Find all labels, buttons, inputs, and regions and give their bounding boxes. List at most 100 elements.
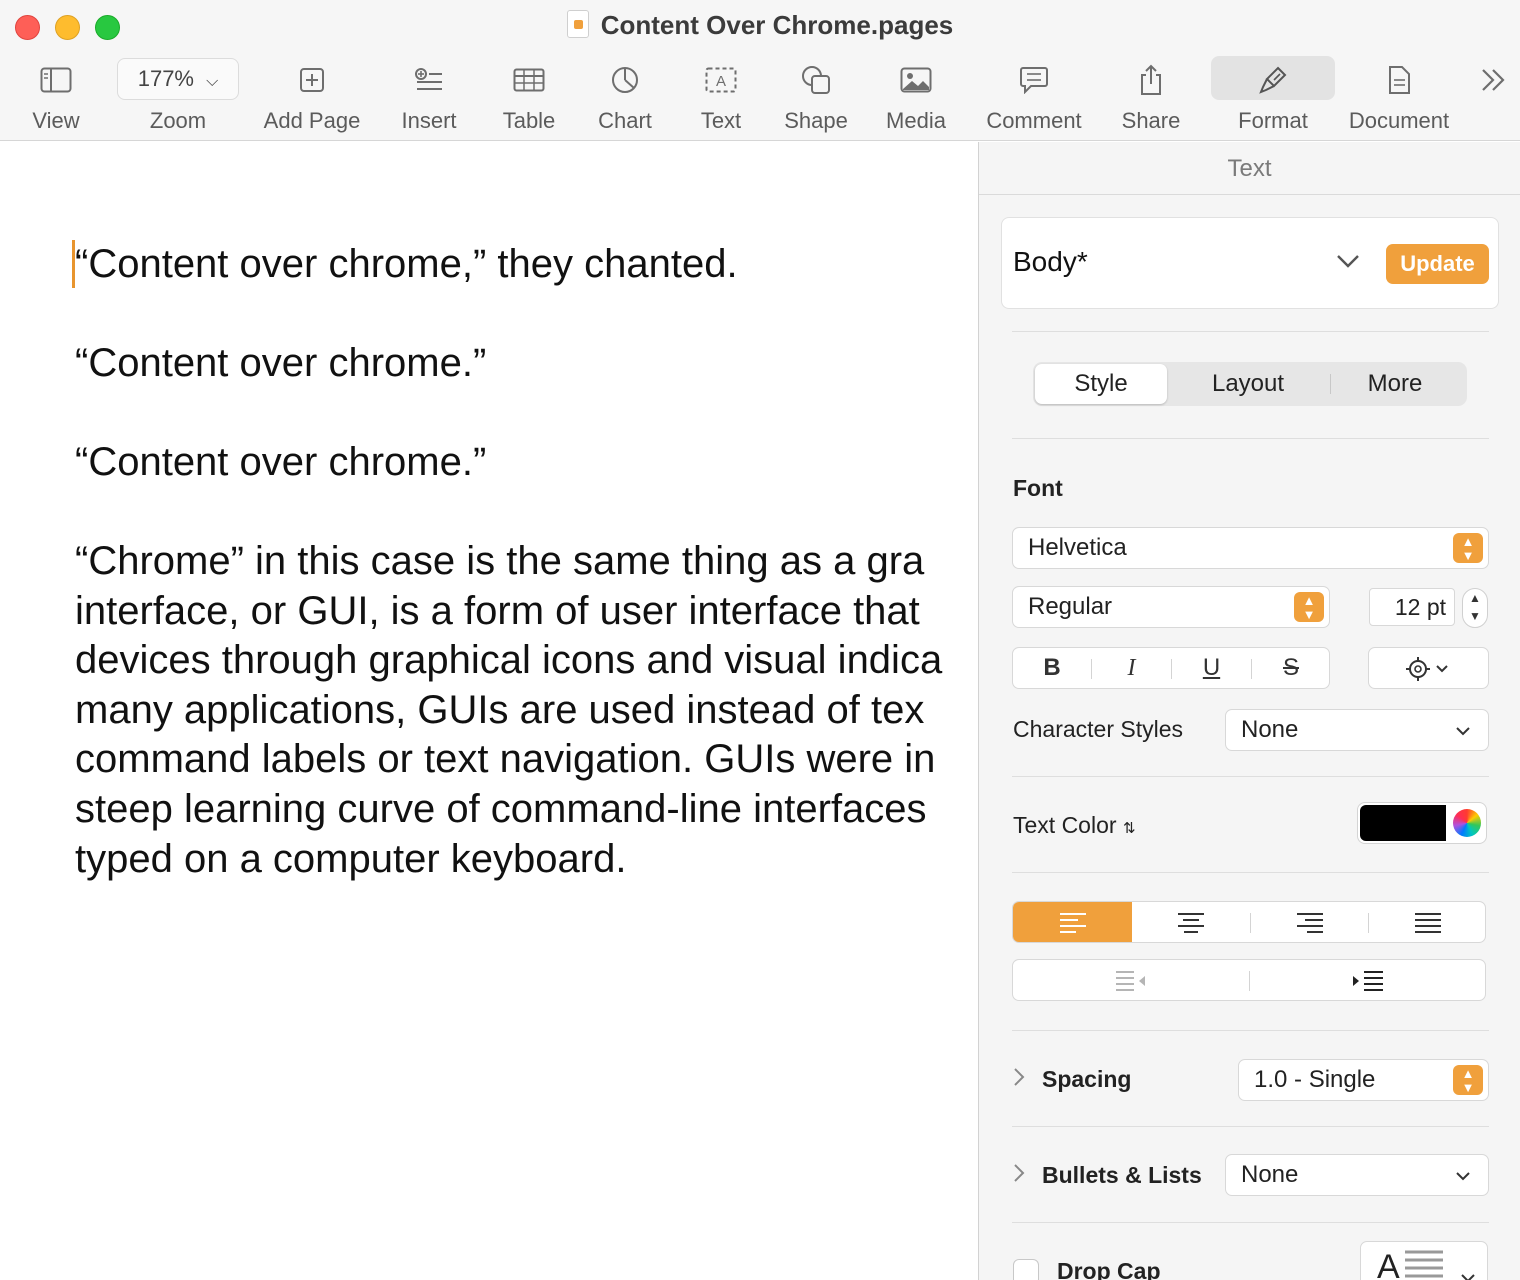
drop-cap-style-popup[interactable]: A	[1360, 1241, 1488, 1280]
photo-icon	[882, 56, 950, 100]
body-line: devices through graphical icons and visu…	[75, 638, 943, 683]
font-family-popup[interactable]: Helvetica ▲ ▼	[1012, 527, 1489, 569]
shape-label: Shape	[784, 108, 848, 133]
shape-icon	[780, 56, 852, 100]
comment-button[interactable]: Comment	[982, 56, 1086, 136]
text-color-well[interactable]	[1357, 802, 1487, 844]
divider	[1012, 776, 1489, 777]
format-button[interactable]: Format	[1211, 56, 1335, 136]
justify-button[interactable]	[1369, 902, 1485, 942]
italic-button[interactable]: I	[1092, 648, 1171, 688]
align-right-icon	[1297, 912, 1323, 933]
pie-chart-icon	[592, 56, 658, 100]
color-wheel-icon[interactable]	[1453, 809, 1481, 837]
paragraph-1[interactable]: “Content over chrome,” they chanted.	[75, 240, 738, 290]
typeface-value: Regular	[1028, 593, 1113, 620]
text-emphasis-buttons: B I U S	[1012, 647, 1330, 689]
zoom-label: Zoom	[149, 108, 207, 133]
chevron-down-icon[interactable]	[1336, 248, 1360, 274]
window-title: Content Over Chrome.pages	[0, 10, 1520, 41]
zoom-popup[interactable]: 177% ⌵	[117, 58, 239, 100]
svg-text:A: A	[1377, 1248, 1400, 1280]
strikethrough-button[interactable]: S	[1252, 648, 1330, 688]
body-line: many applications, GUIs are used instead…	[75, 687, 925, 732]
tab-layout[interactable]: Layout	[1181, 364, 1315, 404]
divider	[1012, 1222, 1489, 1223]
body-paragraph[interactable]: “Chrome” in this case is the same thing …	[75, 537, 942, 884]
share-label: Share	[1121, 108, 1181, 133]
view-label: View	[32, 108, 80, 133]
bold-button[interactable]: B	[1013, 648, 1091, 688]
window-title-text: Content Over Chrome.pages	[600, 10, 954, 40]
body-line: steep learning curve of command-line int…	[75, 786, 927, 831]
increase-indent-button[interactable]	[1250, 960, 1486, 1000]
pages-document-icon	[566, 10, 589, 38]
paragraph-3[interactable]: “Content over chrome.”	[75, 438, 486, 488]
justify-icon	[1414, 912, 1441, 933]
chevron-down-icon	[1456, 1155, 1470, 1195]
text-box-button[interactable]: A Text	[690, 56, 752, 136]
paragraph-style-picker[interactable]: Body* Update	[1001, 217, 1499, 309]
paintbrush-icon	[1211, 56, 1335, 100]
document-canvas[interactable]: “Content over chrome,” they chanted. “Co…	[0, 142, 978, 1280]
view-button[interactable]: View	[18, 56, 94, 136]
body-line: command labels or text navigation. GUIs …	[75, 737, 936, 782]
add-page-button[interactable]: Add Page	[258, 56, 366, 136]
body-line: typed on a computer keyboard.	[75, 836, 627, 881]
tab-style[interactable]: Style	[1035, 364, 1167, 404]
svg-text:A: A	[716, 73, 726, 90]
pages-window: Content Over Chrome.pages View 177% ⌵ Zo…	[0, 0, 1520, 1280]
table-button[interactable]: Table	[496, 56, 562, 136]
divider	[1012, 438, 1489, 439]
advanced-options-button[interactable]	[1368, 647, 1489, 689]
toolbar-overflow-button[interactable]	[1474, 56, 1512, 136]
update-style-button[interactable]: Update	[1386, 244, 1489, 284]
text-label: Text	[700, 108, 742, 133]
character-styles-popup[interactable]: None	[1225, 709, 1489, 751]
decrease-indent-button[interactable]	[1013, 960, 1249, 1000]
comment-label: Comment	[986, 108, 1082, 133]
insert-button[interactable]: Insert	[394, 56, 464, 136]
bullets-lists-label[interactable]: Bullets & Lists	[1042, 1162, 1202, 1189]
zoom-control[interactable]: 177% ⌵ Zoom	[117, 56, 239, 136]
tab-more[interactable]: More	[1329, 364, 1461, 404]
zoom-value: 177%	[137, 66, 194, 91]
text-color-label[interactable]: Text Color ⇅	[1013, 812, 1136, 839]
table-icon	[496, 56, 562, 100]
text-color-swatch[interactable]	[1360, 805, 1446, 841]
align-left-button[interactable]	[1013, 902, 1132, 942]
typeface-popup[interactable]: Regular ▲ ▼	[1012, 586, 1330, 628]
share-button[interactable]: Share	[1116, 56, 1186, 136]
font-size-stepper[interactable]: ▲ ▼	[1462, 588, 1488, 628]
inspector-tabs: Style Layout More	[1033, 362, 1467, 406]
body-line: interface, or GUI, is a form of user int…	[75, 588, 920, 633]
table-label: Table	[502, 108, 556, 133]
align-center-button[interactable]	[1132, 902, 1250, 942]
increase-indent-icon	[1353, 970, 1383, 991]
paragraph-2[interactable]: “Content over chrome.”	[75, 339, 486, 389]
format-inspector: Text Body* Update Style Layout More Font…	[978, 142, 1520, 1280]
spacing-popup[interactable]: 1.0 - Single ▲ ▼	[1238, 1059, 1489, 1101]
chevron-down-icon	[1456, 710, 1470, 750]
add-page-label: Add Page	[263, 108, 361, 133]
insert-label: Insert	[401, 108, 457, 133]
up-down-chevron-icon: ▲ ▼	[1453, 1065, 1483, 1095]
divider	[1012, 331, 1489, 332]
format-label: Format	[1238, 108, 1308, 133]
toolbar: Content Over Chrome.pages View 177% ⌵ Zo…	[0, 0, 1520, 141]
shape-button[interactable]: Shape	[780, 56, 852, 136]
bullets-lists-popup[interactable]: None	[1225, 1154, 1489, 1196]
drop-cap-checkbox[interactable]	[1013, 1259, 1039, 1280]
font-size-field[interactable]: 12 pt	[1369, 588, 1455, 626]
media-button[interactable]: Media	[882, 56, 950, 136]
align-right-button[interactable]	[1251, 902, 1369, 942]
chart-button[interactable]: Chart	[592, 56, 658, 136]
document-button[interactable]: Document	[1344, 56, 1454, 136]
alignment-buttons	[1012, 901, 1486, 943]
spacing-label[interactable]: Spacing	[1042, 1066, 1131, 1093]
chevron-right-icon[interactable]	[1013, 1162, 1025, 1189]
underline-button[interactable]: U	[1172, 648, 1251, 688]
document-label: Document	[1348, 108, 1450, 133]
chevron-right-icon[interactable]	[1013, 1066, 1025, 1093]
indent-buttons	[1012, 959, 1486, 1001]
